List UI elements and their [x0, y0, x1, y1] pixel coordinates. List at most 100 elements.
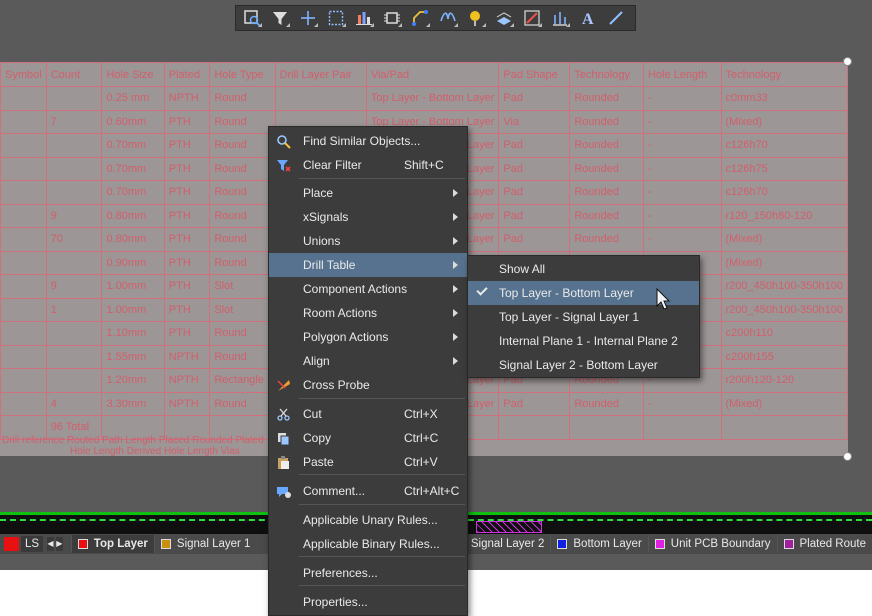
menu-item-shortcut: Shift+C — [404, 158, 444, 172]
drill-table-cell: (Mixed) — [720, 391, 848, 416]
drill-table-header: Symbol Count Hole Size Plated Hole Type … — [0, 62, 848, 87]
drill-table-cell: Rounded — [569, 180, 644, 205]
submenu-item-label: Top Layer - Signal Layer 1 — [499, 310, 640, 324]
menu-item-find-similar-objects[interactable]: Find Similar Objects... — [269, 129, 467, 153]
layer-tab[interactable]: Bottom Layer — [550, 535, 647, 553]
select-rect-icon[interactable] — [324, 7, 348, 29]
menu-item-label: Copy — [303, 431, 332, 445]
menu-item-paste[interactable]: Paste Ctrl+V — [269, 450, 467, 474]
drill-table-cell: Rectangle — [209, 368, 276, 393]
highlight-net-icon[interactable] — [520, 7, 544, 29]
drill-table-cell: 7 — [45, 109, 103, 134]
drill-table-cell: r200_450h100-350h100 — [720, 274, 848, 299]
drill-table-cell: Rounded — [569, 203, 644, 228]
drill-table-cell: Top Layer - Bottom Layer — [365, 86, 500, 111]
layer-color-swatch — [160, 539, 171, 549]
menu-item-place[interactable]: Place — [269, 181, 467, 205]
drill-table-cell: 1.00mm — [101, 274, 165, 299]
find-similar-icon — [275, 133, 291, 149]
submenu-item-internal-plane-1-internal-plane-2[interactable]: Internal Plane 1 - Internal Plane 2 — [468, 329, 699, 353]
menu-item-shortcut: Ctrl+V — [404, 455, 438, 469]
current-layer-swatch[interactable] — [4, 537, 19, 551]
menu-item-cross-probe[interactable]: Cross Probe — [269, 373, 467, 397]
measure-icon[interactable] — [548, 7, 572, 29]
drill-table-cell — [0, 133, 47, 158]
drill-table-cell: (Mixed) — [720, 250, 848, 275]
menu-item-room-actions[interactable]: Room Actions — [269, 301, 467, 325]
menu-item-copy[interactable]: Copy Ctrl+C — [269, 426, 467, 450]
drill-table-cell: 0.70mm — [101, 133, 165, 158]
drill-table-cell: - — [642, 180, 722, 205]
layer-color-swatch — [783, 539, 794, 549]
layer-set-button[interactable]: LS — [20, 536, 44, 552]
drill-table-cell: 9 — [45, 203, 103, 228]
drill-table-cell: Rounded — [569, 156, 644, 181]
filter-select-icon[interactable] — [240, 7, 264, 29]
route-icon[interactable] — [408, 7, 432, 29]
drill-table-cell: (Mixed) — [720, 227, 848, 252]
drill-table-cell: Round — [209, 227, 276, 252]
submenu-item-signal-layer-2-bottom-layer[interactable]: Signal Layer 2 - Bottom Layer — [468, 353, 699, 377]
drill-table-cell: c126h70 — [720, 180, 848, 205]
pin-icon[interactable] — [464, 7, 488, 29]
layer-tab[interactable]: Plated Route — [776, 535, 872, 553]
selection-handle-top-right[interactable] — [843, 57, 852, 66]
line-icon[interactable] — [604, 7, 628, 29]
menu-item-applicable-unary-rules[interactable]: Applicable Unary Rules... — [269, 508, 467, 532]
drill-table-cell: PTH — [163, 227, 211, 252]
drill-table-cell: NPTH — [163, 344, 211, 369]
menu-item-cut[interactable]: Cut Ctrl+X — [269, 402, 467, 426]
layer-tab-label: Signal Layer 2 — [470, 538, 545, 550]
scroll-right-icon[interactable]: ▶ — [55, 537, 63, 551]
component-icon[interactable] — [380, 7, 404, 29]
text-icon[interactable]: A — [576, 7, 600, 29]
menu-item-preferences[interactable]: Preferences... — [269, 561, 467, 585]
bar-chart-icon[interactable] — [352, 7, 376, 29]
menu-item-drill-table[interactable]: Drill Table — [269, 253, 467, 277]
header-cell: Count — [45, 62, 103, 87]
drill-table-cell: PTH — [163, 109, 211, 134]
drill-table-cell — [0, 297, 47, 322]
submenu-item-label: Signal Layer 2 - Bottom Layer — [499, 358, 658, 372]
clear-filter-icon — [275, 157, 291, 173]
drill-table-cell: 1.10mm — [101, 321, 165, 346]
drill-table-cell: - — [642, 86, 722, 111]
note-line: Drill reference Routed Path Length Place… — [2, 435, 264, 446]
header-cell: Hole Size — [101, 62, 165, 87]
drill-table-cell — [45, 344, 103, 369]
menu-item-label: Unions — [303, 234, 341, 248]
selection-handle-bottom-right[interactable] — [843, 452, 852, 461]
drill-table-cell: c126h75 — [720, 156, 848, 181]
diff-pair-icon[interactable] — [436, 7, 460, 29]
drill-table-cell: Round — [209, 344, 276, 369]
drill-table-cell: - — [642, 203, 722, 228]
menu-item-label: Clear Filter — [303, 158, 362, 172]
filter-icon[interactable] — [268, 7, 292, 29]
drill-table-cell: - — [642, 391, 722, 416]
layer-stack-icon[interactable] — [492, 7, 516, 29]
menu-item-align[interactable]: Align — [269, 349, 467, 373]
menu-item-applicable-binary-rules[interactable]: Applicable Binary Rules... — [269, 532, 467, 556]
layer-tab[interactable]: Signal Layer 1 — [153, 535, 257, 553]
layer-tab[interactable]: Top Layer — [70, 535, 154, 553]
drill-table-cell: Via — [498, 109, 571, 134]
note-line: Hole Length Derived Hole Length Vias — [70, 446, 240, 457]
menu-item-clear-filter[interactable]: Clear Filter Shift+C — [269, 153, 467, 177]
submenu-arrow-icon — [453, 261, 458, 269]
copy-icon — [275, 430, 291, 446]
drill-table-cell: r200_450h100-350h100 — [720, 297, 848, 322]
menu-item-polygon-actions[interactable]: Polygon Actions — [269, 325, 467, 349]
drill-table-cell: Pad — [498, 156, 571, 181]
drill-table-cell: 4 — [45, 391, 103, 416]
menu-item-component-actions[interactable]: Component Actions — [269, 277, 467, 301]
menu-item-xsignals[interactable]: xSignals — [269, 205, 467, 229]
menu-item-properties[interactable]: Properties... — [269, 590, 467, 614]
scroll-left-icon[interactable]: ◀ — [47, 537, 54, 551]
layer-tab[interactable]: Unit PCB Boundary — [647, 535, 777, 553]
cross-probe-add-icon[interactable] — [296, 7, 320, 29]
submenu-item-show-all[interactable]: Show All — [468, 257, 699, 281]
drill-table-cell: 1.55mm — [101, 344, 165, 369]
drill-table-cell: Round — [209, 203, 276, 228]
menu-item-unions[interactable]: Unions — [269, 229, 467, 253]
menu-item-comment[interactable]: Comment... Ctrl+Alt+C — [269, 479, 467, 503]
